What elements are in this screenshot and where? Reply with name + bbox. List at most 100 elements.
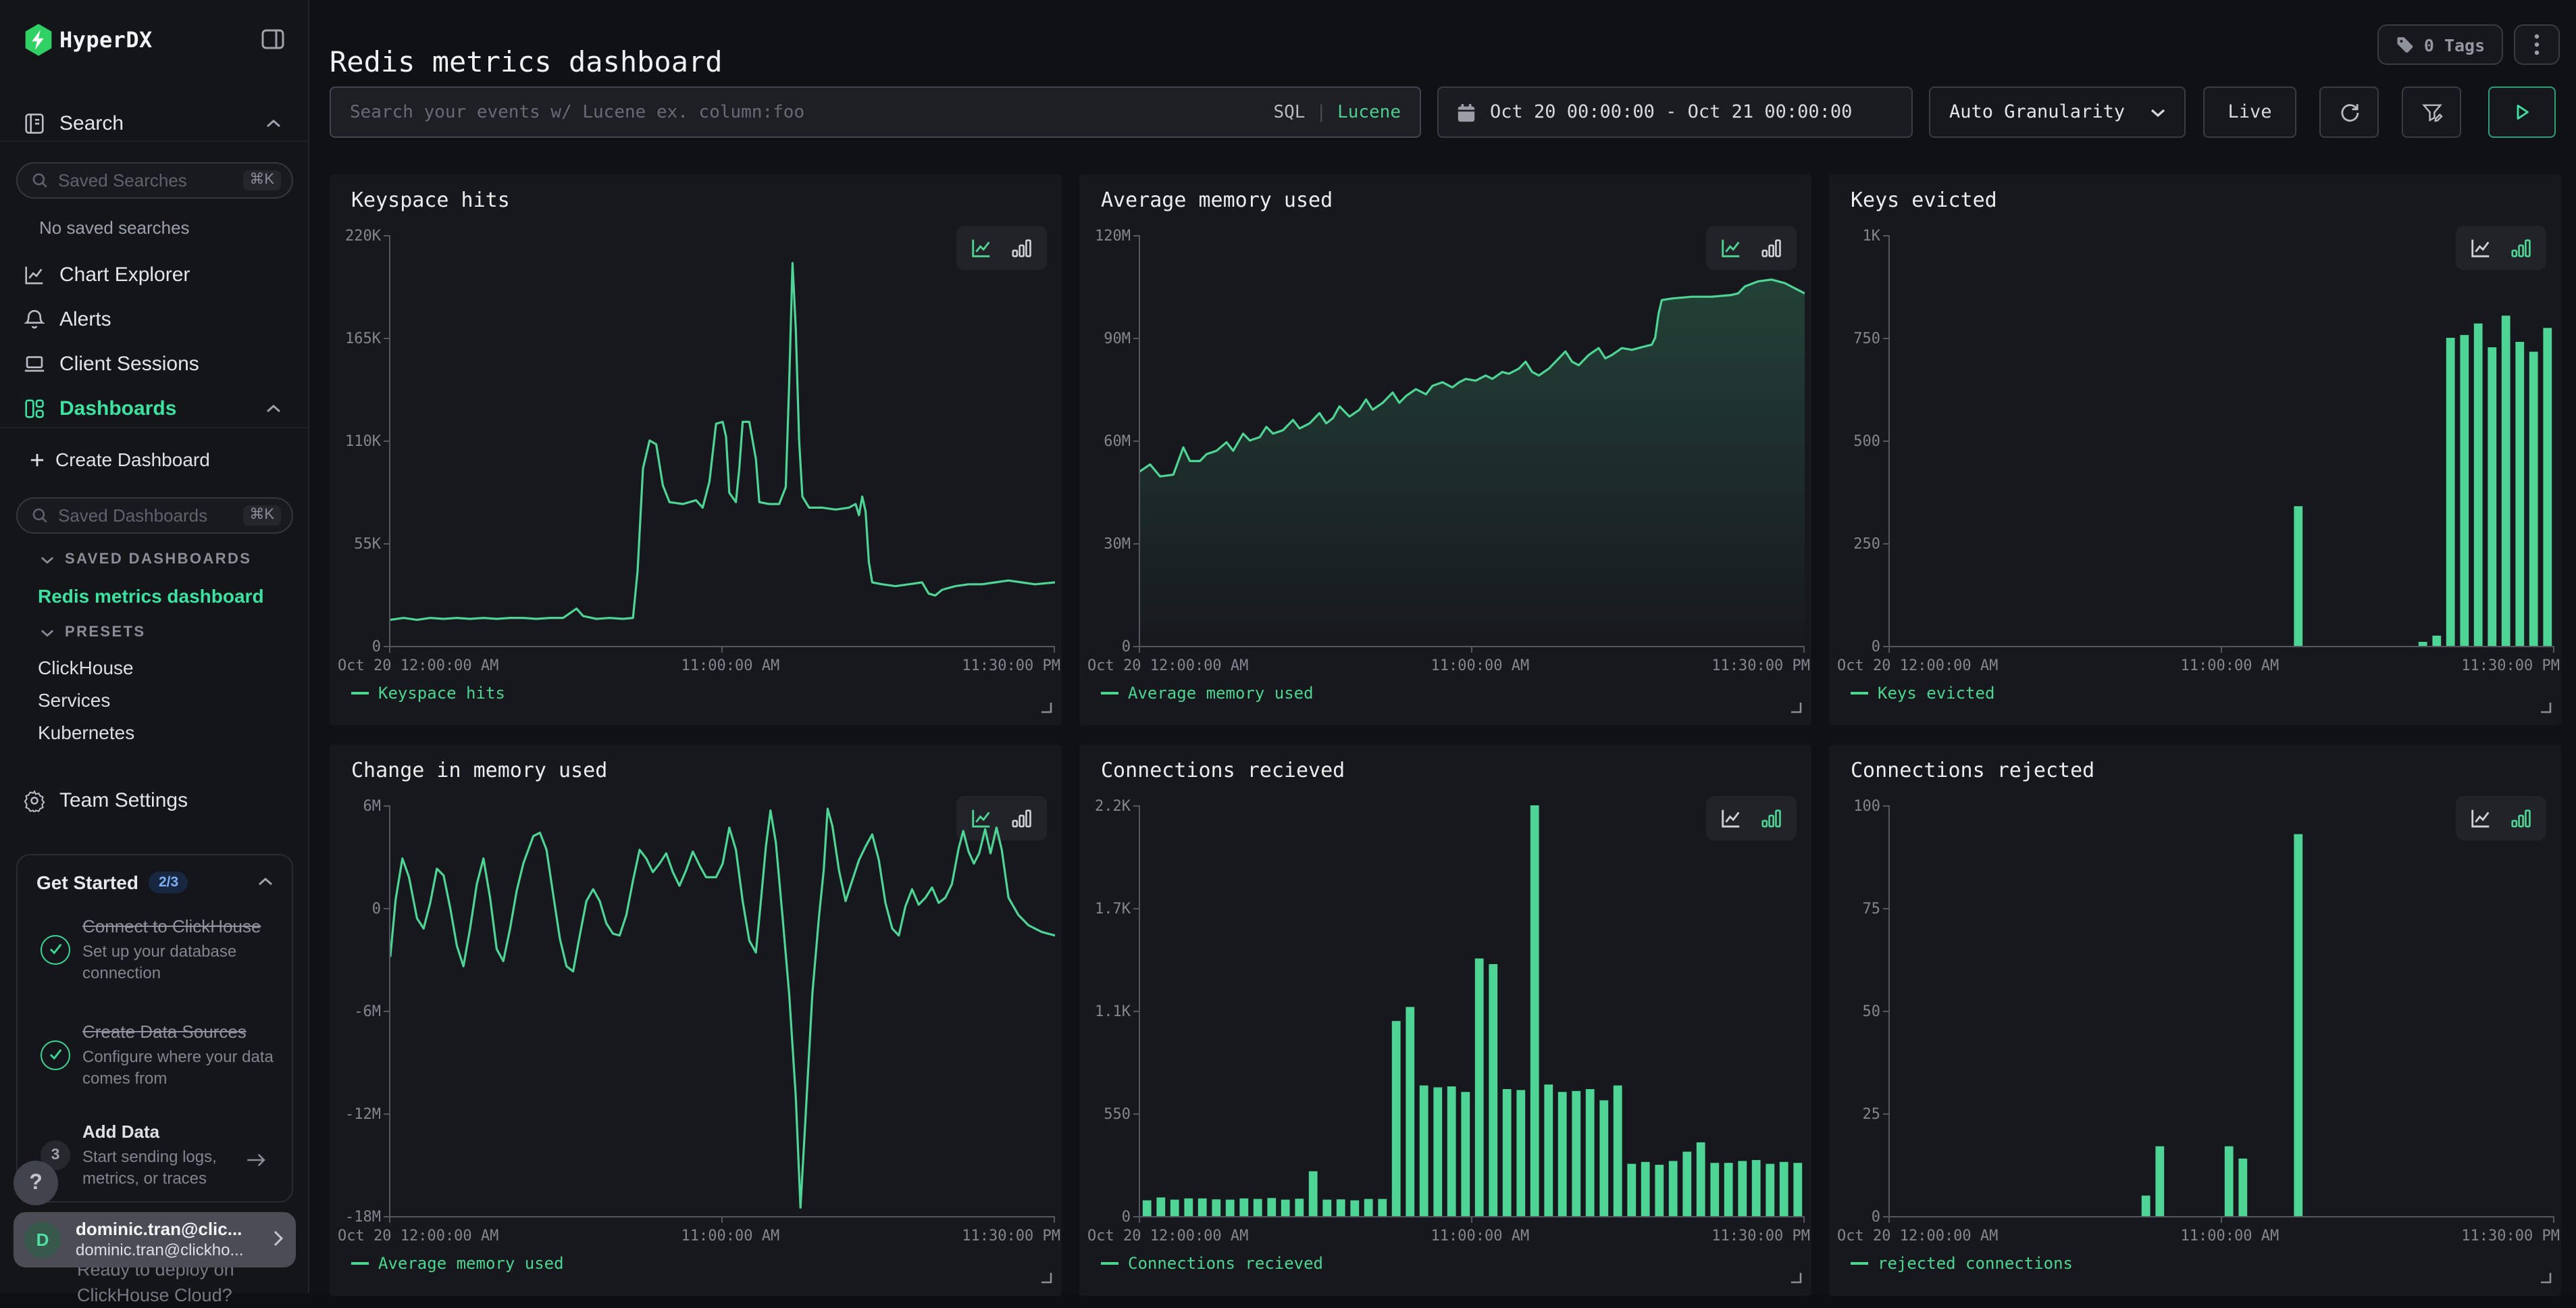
chart-legend: Average memory used [1101,684,1314,703]
resize-handle-icon[interactable] [1041,1273,1052,1284]
search-placeholder: Search your events w/ Lucene ex. column:… [350,102,1273,122]
step-desc: Configure where your data comes from [82,1046,282,1090]
x-axis-labels: Oct 20 12:00:00 AM11:00:00 AM11:30:00 PM [1087,657,1810,674]
legend-swatch [1851,1262,1868,1265]
mode-lucene[interactable]: Lucene [1337,102,1401,122]
sidebar-item-redis-dashboard[interactable]: Redis metrics dashboard [38,585,264,607]
plus-icon [30,452,45,467]
chevron-up-icon[interactable] [266,403,281,413]
sidebar-item-label: Dashboards [59,397,176,420]
chevron-down-icon [41,555,54,564]
get-started-step-3[interactable]: 3 Add Data Start sending logs, metrics, … [28,1120,282,1190]
help-button[interactable]: ? [14,1161,58,1205]
brand-name: HyperDX [59,27,153,53]
resize-handle-icon[interactable] [2541,1273,2552,1284]
presets-heading[interactable]: PRESETS [41,624,146,640]
run-query-button[interactable] [2488,86,2556,138]
sidebar-item-label: Search [59,111,124,134]
calendar-icon [1456,102,1476,122]
sidebar-item-label: Team Settings [59,788,188,811]
search-icon [31,507,49,524]
resize-handle-icon[interactable] [1791,1273,1802,1284]
laptop-icon [23,352,46,375]
sidebar-item-search[interactable]: Search [0,105,308,141]
user-account-chip[interactable]: D dominic.tran@clic... dominic.tran@clic… [14,1212,296,1267]
legend-swatch [1101,692,1118,695]
chart-legend: rejected connections [1851,1254,2073,1273]
saved-dashboards-heading[interactable]: SAVED DASHBOARDS [41,551,251,568]
check-circle-icon [41,1040,70,1070]
time-range-input[interactable]: Oct 20 00:00:00 - Oct 21 00:00:00 [1437,86,1913,138]
x-axis-labels: Oct 20 12:00:00 AM11:00:00 AM11:30:00 PM [1837,1227,2560,1244]
search-section-icon [23,111,46,134]
step-title: Connect to ClickHouse [82,915,282,938]
refresh-button[interactable] [2319,86,2379,138]
chart-card: Average memory used 120M90M60M30M0 Oct 2… [1079,174,1811,726]
main-content: Redis metrics dashboard 0 Tags Search yo… [309,0,2576,1293]
resize-handle-icon[interactable] [1041,703,1052,713]
sidebar-item-alerts[interactable]: Alerts [0,301,308,336]
time-range-value: Oct 20 00:00:00 - Oct 21 00:00:00 [1490,101,1852,123]
saved-searches-placeholder: Saved Searches [58,170,233,191]
hyperdx-logo-icon [20,22,57,58]
chart-card: Keys evicted 1K7505002500 Oct 20 12:00:0… [1829,174,2561,726]
event-search-input[interactable]: Search your events w/ Lucene ex. column:… [330,86,1421,138]
x-axis-labels: Oct 20 12:00:00 AM11:00:00 AM11:30:00 PM [1087,1227,1810,1244]
filter-button[interactable] [2402,86,2461,138]
tags-button[interactable]: 0 Tags [2377,24,2503,65]
chart-title: Connections rejected [1851,758,2094,782]
step-title: Add Data [82,1120,255,1143]
saved-dashboards-input[interactable]: Saved Dashboards ⌘K [16,497,293,534]
step-title: Create Data Sources [82,1020,282,1043]
chart-card: Connections rejected 1007550250 Oct 20 1… [1829,745,2561,1296]
gear-icon [23,788,46,811]
get-started-step-2[interactable]: Create Data Sources Configure where your… [28,1020,282,1090]
live-button[interactable]: Live [2203,86,2296,138]
tags-label: 0 Tags [2424,34,2485,55]
get-started-step-1[interactable]: Connect to ClickHouse Set up your databa… [28,915,282,984]
chart-plot [389,805,1055,1217]
check-circle-icon [41,935,70,965]
resize-handle-icon[interactable] [1791,703,1802,713]
get-started-title: Get Started [36,872,138,893]
chart-title: Average memory used [1101,188,1333,212]
sidebar-item-label: Chart Explorer [59,263,190,286]
sidebar-item-dashboards[interactable]: Dashboards [0,391,308,426]
chevron-up-icon[interactable] [266,118,281,128]
more-options-button[interactable] [2514,24,2560,65]
chevron-up-icon[interactable] [258,877,273,886]
mode-sql[interactable]: SQL [1273,102,1305,122]
chart-card: Connections recieved 2.2K1.7K1.1K5500 Oc… [1079,745,1811,1296]
chart-plot [1139,805,1805,1217]
legend-swatch [1851,692,1868,695]
sidebar-item-chart-explorer[interactable]: Chart Explorer [0,257,308,292]
tag-icon [2396,35,2415,54]
granularity-select[interactable]: Auto Granularity [1929,86,2186,138]
saved-searches-input[interactable]: Saved Searches ⌘K [16,162,293,199]
x-axis-labels: Oct 20 12:00:00 AM11:00:00 AM11:30:00 PM [338,1227,1060,1244]
legend-label: Keys evicted [1878,684,1994,703]
sidebar-item-services[interactable]: Services [38,689,110,711]
chart-card: Keyspace hits 220K165K110K55K0 Oct 20 12… [330,174,1062,726]
legend-swatch [1101,1262,1118,1265]
create-dashboard-button[interactable]: Create Dashboard [30,449,210,470]
chart-legend: Connections recieved [1101,1254,1323,1273]
sidebar-header: HyperDX [0,19,308,68]
sidebar-item-team-settings[interactable]: Team Settings [0,782,308,818]
sidebar-item-client-sessions[interactable]: Client Sessions [0,346,308,381]
sidebar-item-kubernetes[interactable]: Kubernetes [38,722,134,743]
sidebar-item-label: Alerts [59,307,111,330]
legend-swatch [351,692,369,695]
step-desc: Set up your database connection [82,940,282,984]
sidebar-collapse-icon[interactable] [259,26,286,53]
chart-plot [389,235,1055,647]
resize-handle-icon[interactable] [2541,703,2552,713]
legend-label: Average memory used [1128,684,1314,703]
shortcut-badge: ⌘K [242,170,281,191]
divider [0,427,309,428]
legend-label: Average memory used [378,1254,564,1273]
chart-legend: Keyspace hits [351,684,505,703]
sidebar-item-clickhouse[interactable]: ClickHouse [38,657,134,678]
step-desc: Start sending logs, metrics, or traces [82,1146,255,1190]
chart-title: Change in memory used [351,758,607,782]
